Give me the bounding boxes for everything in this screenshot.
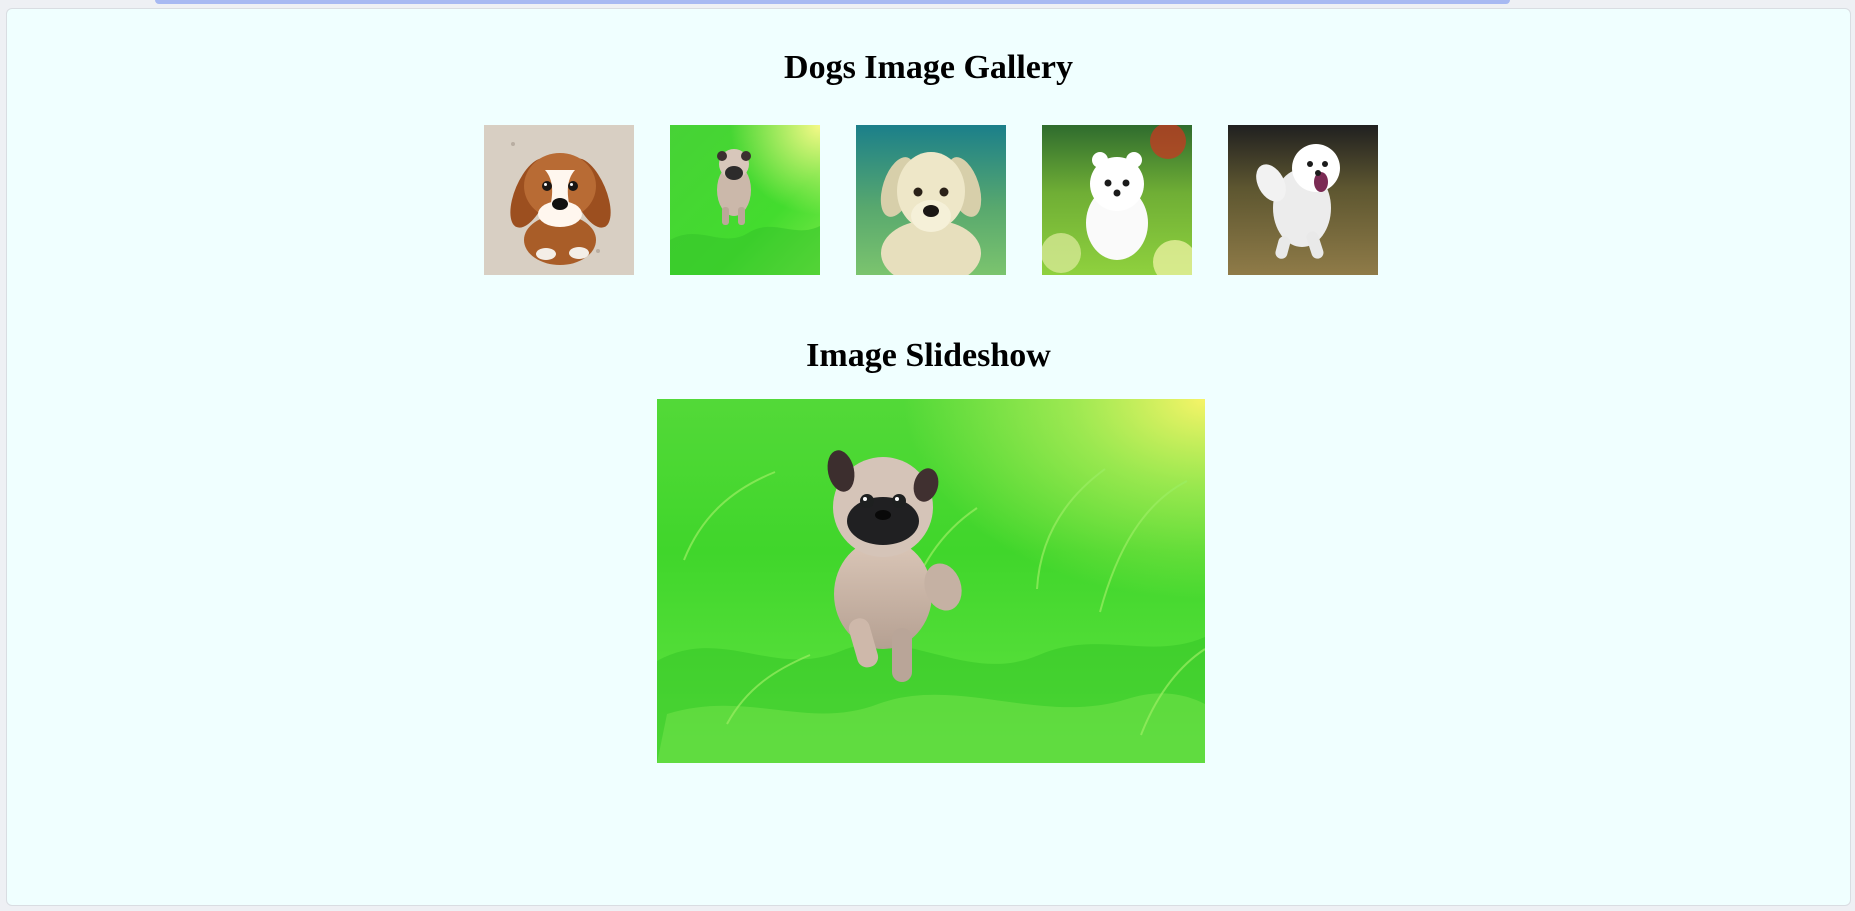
maltese-puppy-image xyxy=(1228,125,1378,275)
dog-image-gallery xyxy=(484,125,1378,275)
slideshow-title: Image Slideshow xyxy=(806,337,1051,374)
page-container: Dogs Image Gallery Image Slideshow xyxy=(6,8,1851,906)
browser-top-strip xyxy=(155,0,1510,4)
slideshow-image-container[interactable] xyxy=(657,399,1205,763)
pomeranian-puppy-image xyxy=(1042,125,1192,275)
beagle-puppy-image xyxy=(484,125,634,275)
labrador-puppy-image xyxy=(856,125,1006,275)
pug-puppy-image xyxy=(670,125,820,275)
maltese-puppy-thumbnail[interactable] xyxy=(1228,125,1378,275)
gallery-title: Dogs Image Gallery xyxy=(784,49,1073,86)
pomeranian-puppy-thumbnail[interactable] xyxy=(1042,125,1192,275)
pug-puppy-slide-image xyxy=(657,399,1205,763)
labrador-puppy-thumbnail[interactable] xyxy=(856,125,1006,275)
beagle-puppy-thumbnail[interactable] xyxy=(484,125,634,275)
pug-puppy-thumbnail[interactable] xyxy=(670,125,820,275)
